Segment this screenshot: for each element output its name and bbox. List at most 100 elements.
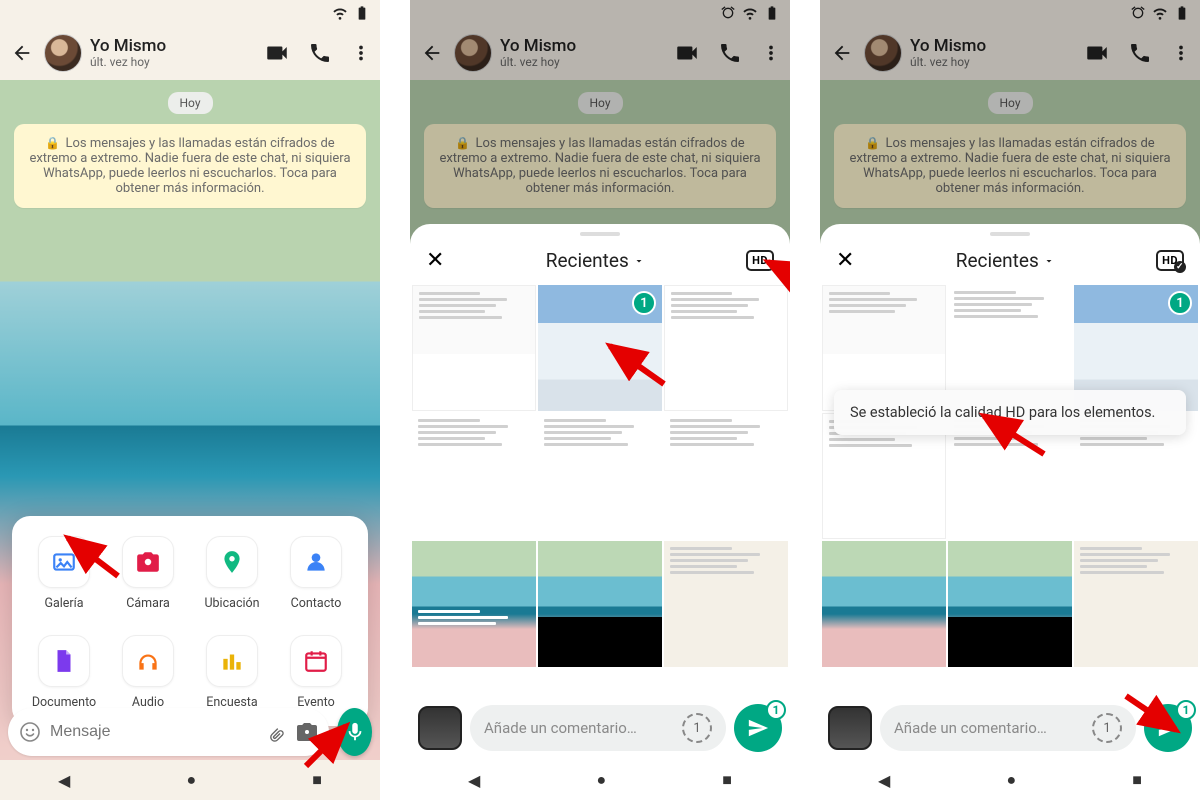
comment-box[interactable]: Añade un comentario… 1 <box>470 705 726 751</box>
encryption-text: Los mensajes y las llamadas están cifrad… <box>29 136 350 196</box>
more-options-button[interactable] <box>350 42 372 64</box>
media-thumb[interactable] <box>1074 541 1198 667</box>
contact-name: Yo Mismo <box>90 37 256 56</box>
attach-item-galería[interactable]: Galería <box>22 536 106 611</box>
video-call-button[interactable] <box>264 40 290 66</box>
send-count-badge: 1 <box>1176 700 1196 720</box>
android-nav: ◀ ● ■ <box>410 760 790 800</box>
album-dropdown[interactable]: Recientes <box>956 249 1055 272</box>
attach-item-label: Ubicación <box>204 596 259 611</box>
attach-item-label: Cámara <box>126 596 170 611</box>
comment-bar: Añade un comentario… 1 1 <box>418 704 782 752</box>
poll-icon <box>219 648 245 674</box>
chat-title-block[interactable]: Yo Mismo últ. vez hoy <box>90 37 256 69</box>
comment-box[interactable]: Añade un comentario… 1 <box>880 705 1136 751</box>
last-seen: últ. vez hoy <box>90 56 256 69</box>
selection-badge: 1 <box>632 291 656 315</box>
send-button[interactable]: 1 <box>1144 704 1192 752</box>
calendar-icon <box>303 648 329 674</box>
comment-placeholder: Añade un comentario… <box>894 719 1047 737</box>
nav-back[interactable]: ◀ <box>58 771 70 790</box>
media-thumb[interactable] <box>664 285 788 411</box>
nav-home[interactable]: ● <box>596 770 606 790</box>
android-nav: ◀ ● ■ <box>820 760 1200 800</box>
image-icon <box>51 549 77 575</box>
pin-icon <box>219 549 245 575</box>
avatar[interactable] <box>44 34 82 72</box>
mic-button[interactable] <box>337 708 372 756</box>
person-icon <box>303 549 329 575</box>
panel-1-attachment-menu: Yo Mismo últ. vez hoy Hoy 🔒 Los mensajes… <box>0 0 380 800</box>
attach-item-label: Galería <box>44 596 83 611</box>
attach-icon[interactable] <box>265 721 287 743</box>
camera-icon <box>135 549 161 575</box>
camera-icon[interactable] <box>295 720 319 744</box>
battery-icon <box>354 5 370 21</box>
media-thumb[interactable] <box>664 413 788 539</box>
attach-item-documento[interactable]: Documento <box>22 635 106 710</box>
media-thumb[interactable] <box>538 541 662 667</box>
attach-item-ubicación[interactable]: Ubicación <box>190 536 274 611</box>
attach-item-audio[interactable]: Audio <box>106 635 190 710</box>
nav-home[interactable]: ● <box>1006 770 1016 790</box>
voice-call-button[interactable] <box>308 41 332 65</box>
lock-icon: 🔒 <box>45 136 60 150</box>
encryption-banner[interactable]: 🔒 Los mensajes y las llamadas están cifr… <box>14 124 366 208</box>
attach-item-evento[interactable]: Evento <box>274 635 358 710</box>
media-grid: 1 <box>410 285 790 760</box>
close-button[interactable]: ✕ <box>426 248 444 273</box>
message-input-bar <box>8 708 372 756</box>
send-count-badge: 1 <box>766 700 786 720</box>
media-thumb[interactable] <box>538 413 662 539</box>
media-thumb[interactable] <box>822 541 946 667</box>
status-bar <box>0 0 380 26</box>
selected-thumb[interactable] <box>418 706 462 750</box>
hd-toast: Se estableció la calidad HD para los ele… <box>834 390 1186 435</box>
media-thumb[interactable] <box>412 541 536 667</box>
media-thumb[interactable] <box>412 285 536 411</box>
media-thumb[interactable] <box>412 413 536 539</box>
album-dropdown[interactable]: Recientes <box>546 249 645 272</box>
panel-3-hd-confirmed: Yo Mismo últ. vez hoy Hoy 🔒 Los mensajes… <box>820 0 1200 800</box>
nav-back[interactable]: ◀ <box>468 771 480 790</box>
comment-placeholder: Añade un comentario… <box>484 719 637 737</box>
attach-item-cámara[interactable]: Cámara <box>106 536 190 611</box>
comment-bar: Añade un comentario… 1 1 <box>828 704 1192 752</box>
back-button[interactable] <box>8 39 36 67</box>
nav-recents[interactable]: ■ <box>722 770 732 790</box>
chevron-down-icon <box>1043 255 1055 267</box>
sheet-grabber[interactable] <box>990 232 1030 236</box>
headphones-icon <box>135 648 161 674</box>
chat-header: Yo Mismo últ. vez hoy <box>0 26 380 80</box>
nav-recents[interactable]: ■ <box>312 770 322 790</box>
attach-item-contacto[interactable]: Contacto <box>274 536 358 611</box>
attach-item-encuesta[interactable]: Encuesta <box>190 635 274 710</box>
album-label: Recientes <box>956 249 1039 272</box>
message-box[interactable] <box>8 708 329 756</box>
gallery-picker: ✕ Recientes HD 1 <box>820 224 1200 760</box>
wifi-icon <box>332 5 348 21</box>
nav-recents[interactable]: ■ <box>1132 770 1142 790</box>
media-thumb[interactable]: 1 <box>538 285 662 411</box>
sheet-grabber[interactable] <box>580 232 620 236</box>
chevron-down-icon <box>633 255 645 267</box>
hd-quality-button[interactable]: HD <box>746 250 774 271</box>
nav-back[interactable]: ◀ <box>878 771 890 790</box>
nav-home[interactable]: ● <box>186 770 196 790</box>
android-nav: ◀ ● ■ <box>0 760 380 800</box>
view-once-button[interactable]: 1 <box>682 713 712 743</box>
attach-item-label: Contacto <box>291 596 342 611</box>
hd-quality-button[interactable]: HD <box>1156 250 1184 271</box>
selection-badge: 1 <box>1168 291 1192 315</box>
media-thumb[interactable] <box>664 541 788 667</box>
selected-thumb[interactable] <box>828 706 872 750</box>
close-button[interactable]: ✕ <box>836 248 854 273</box>
message-input[interactable] <box>50 723 257 741</box>
send-button[interactable]: 1 <box>734 704 782 752</box>
doc-icon <box>51 648 77 674</box>
attachment-sheet: Galería Cámara Ubicación Contacto DocumentoA… <box>12 516 368 726</box>
view-once-button[interactable]: 1 <box>1092 713 1122 743</box>
sticker-icon[interactable] <box>18 720 42 744</box>
media-grid: 1 <box>820 285 1200 760</box>
media-thumb[interactable] <box>948 541 1072 667</box>
